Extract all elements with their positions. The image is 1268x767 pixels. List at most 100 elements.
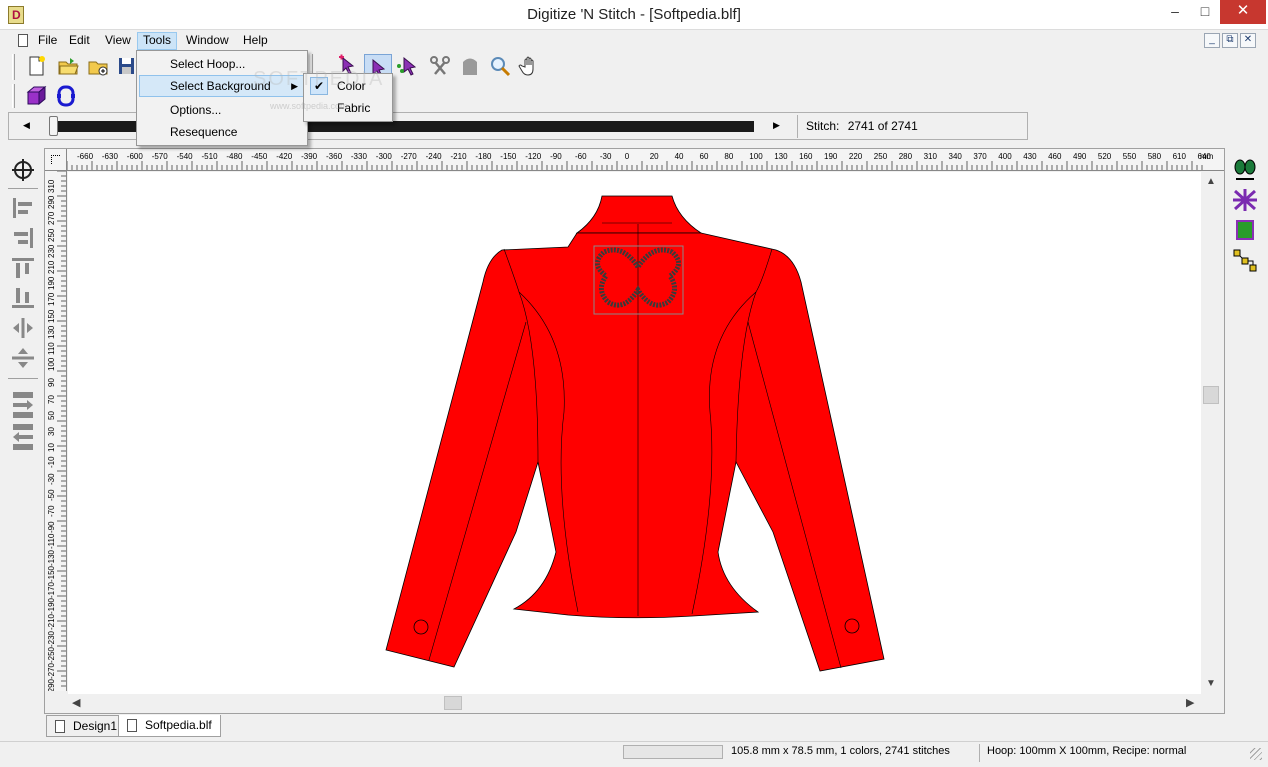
footprint-icon[interactable] [1232,158,1258,182]
maximize-button[interactable]: □ [1190,0,1220,24]
move-backward-icon[interactable] [10,422,36,452]
align-right-icon[interactable] [10,226,36,250]
menu-item-resequence[interactable]: Resequence [139,121,305,143]
horizontal-scrollbar[interactable]: ◀ ▶ [68,694,1201,712]
chip-icon[interactable] [1232,218,1258,242]
close-button[interactable]: ✕ [1220,0,1266,24]
menu-tools[interactable]: Tools [137,32,178,50]
ruler-left-label: 270 [47,212,56,226]
zoom-icon[interactable] [488,54,512,78]
ruler-top-label: -330 [350,152,367,161]
player-back-arrow[interactable]: ◀ [23,120,30,131]
ruler-top-label: 580 [1147,152,1162,161]
ruler-top-label: 280 [898,152,913,161]
player-forward-arrow[interactable]: ▶ [773,120,780,131]
vertical-scroll-thumb[interactable] [1203,386,1219,404]
ruler-top-label: -240 [425,152,442,161]
node-edit-icon[interactable] [396,54,420,78]
ruler-left-label: 130 [47,325,56,339]
ruler-top-label: 490 [1073,152,1087,161]
toolbar-grip-2[interactable] [12,84,15,108]
scroll-up-arrow[interactable]: ▲ [1206,176,1216,187]
ruler-top-label: -480 [226,152,243,161]
tab-label: Softpedia.blf [145,718,212,732]
menu-file[interactable]: File [33,32,62,50]
ruler-top-label: -600 [126,152,143,161]
ruler-left-label: -150 [47,565,56,582]
left-tool-panel [6,150,40,740]
ruler-top-label: -210 [450,152,467,161]
menu-edit[interactable]: Edit [64,32,95,50]
scroll-down-arrow[interactable]: ▼ [1206,678,1216,689]
ruler-origin-corner[interactable] [45,149,67,171]
ruler-left-label: 10 [47,443,56,453]
ruler-top-label: 250 [873,152,888,161]
ruler-top-label: 550 [1122,152,1137,161]
center-vertical-icon[interactable] [10,346,36,370]
open-folder-icon[interactable] [56,54,80,78]
menu-window[interactable]: Window [181,32,234,50]
ruler-top-label: -390 [301,152,318,161]
mdi-close-button[interactable]: ✕ [1240,33,1256,48]
shape-icon[interactable] [458,54,482,78]
jacket-design [385,195,885,672]
scroll-right-arrow[interactable]: ▶ [1186,696,1194,709]
document-icon [127,719,137,732]
submenu-item-color[interactable]: ✔ Color [306,75,390,97]
ruler-top-label: -360 [326,152,343,161]
align-top-icon[interactable] [10,256,36,280]
mdi-restore-button[interactable]: ⧉ [1222,33,1238,48]
design-workspace[interactable] [68,172,1201,694]
fill-pattern-icon[interactable] [1232,188,1258,212]
toolbar-grip[interactable] [12,54,15,80]
menu-view[interactable]: View [100,32,136,50]
ruler-top-label: 340 [948,152,962,161]
cube-icon[interactable] [24,84,48,108]
stitch-slider-thumb[interactable] [49,116,58,136]
tab-softpedia[interactable]: Softpedia.blf [118,715,221,737]
minimize-button[interactable]: – [1160,0,1190,24]
align-left-icon[interactable] [10,196,36,220]
crosshair-icon[interactable] [10,158,36,182]
hoop-info-status: Hoop: 100mm X 100mm, Recipe: normal [987,745,1187,757]
ruler-top-label: -510 [201,152,218,161]
resize-grip[interactable] [1250,748,1262,760]
menu-item-select-hoop[interactable]: Select Hoop... [139,53,305,75]
scroll-left-arrow[interactable]: ◀ [72,696,80,709]
open-add-icon[interactable] [86,54,110,78]
new-file-icon[interactable] [24,54,48,78]
vertical-scrollbar[interactable]: ▲ ▼ [1201,172,1223,694]
watermark-url: www.softpedia.com [270,101,348,111]
ruler-left-label: -270 [47,662,56,679]
menu-item-label: Select Background [170,79,271,93]
align-bottom-icon[interactable] [10,286,36,310]
save-icon[interactable] [116,54,136,78]
ruler-left-label: 90 [47,378,56,388]
ruler-left-label: -130 [47,549,56,566]
document-menu-icon[interactable] [18,34,28,47]
move-forward-icon[interactable] [10,390,36,420]
ruler-left-label: -230 [47,630,56,647]
menu-item-select-background[interactable]: Select Background ▶ [139,75,305,97]
player-separator [797,115,798,138]
ruler-left-label: -290 [47,679,56,691]
menu-help[interactable]: Help [238,32,273,50]
jacket-body [385,195,885,672]
pan-hand-icon[interactable] [518,54,542,78]
horizontal-scroll-thumb[interactable] [444,696,462,710]
split-icon[interactable] [428,54,452,78]
panel-divider [8,188,38,189]
outline-shape-icon[interactable] [54,84,78,108]
ruler-left-label: 150 [47,309,56,323]
tab-design1[interactable]: Design1 [46,715,127,737]
path-nodes-icon[interactable] [1232,248,1258,272]
ruler-top-label: 160 [799,152,813,161]
ruler-left-label: 210 [47,260,56,274]
center-horizontal-icon[interactable] [10,316,36,340]
ruler-left-label: 250 [47,228,56,242]
mdi-minimize-button[interactable]: _ [1204,33,1220,48]
stitch-counter-value: 2741 of 2741 [847,119,918,133]
ruler-left-label: 190 [47,276,56,291]
ruler-left-label: -210 [47,614,56,631]
ruler-top-label: -300 [375,152,392,161]
